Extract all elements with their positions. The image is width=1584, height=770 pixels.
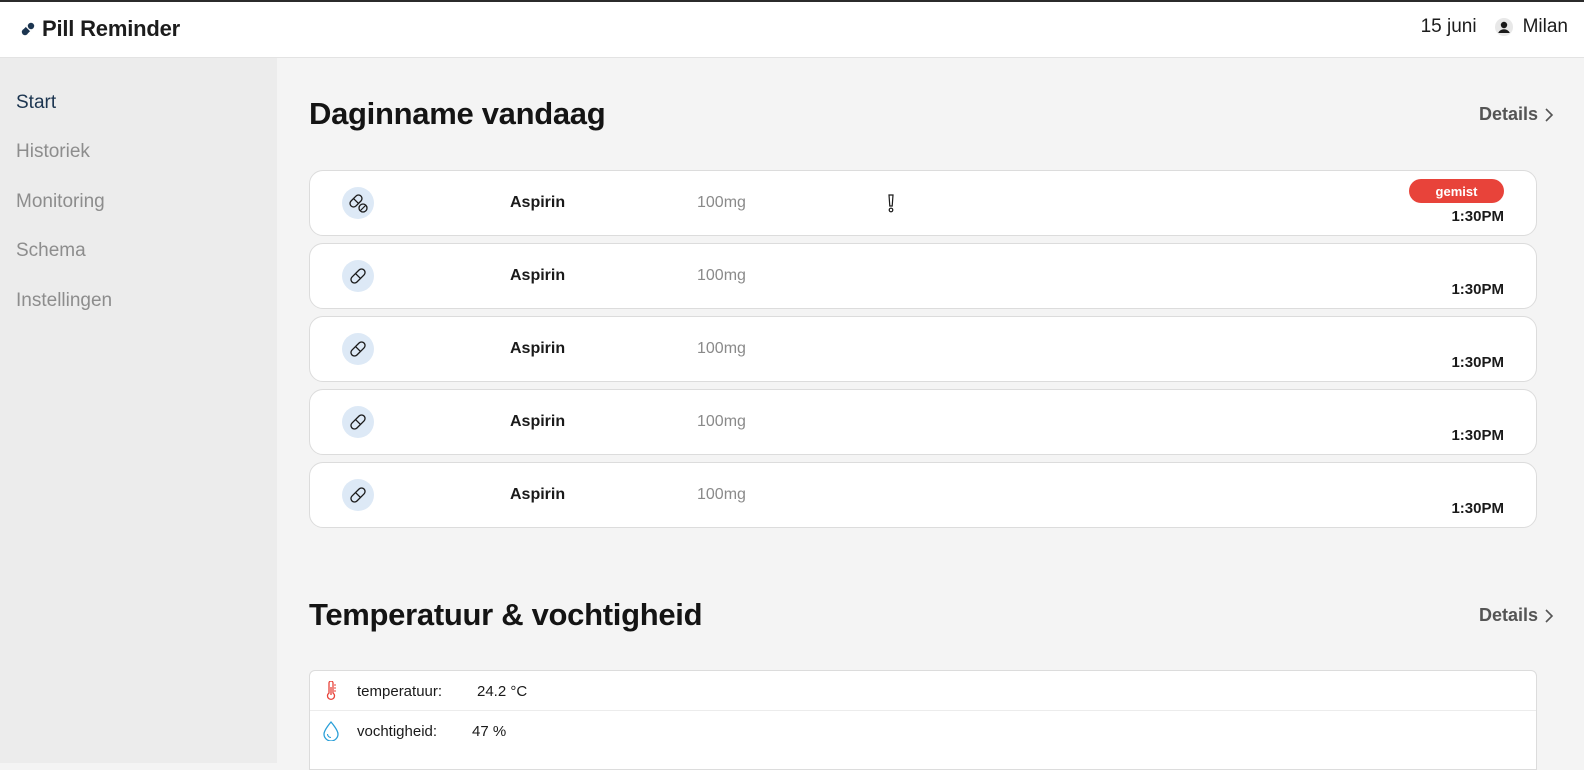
- sidebar-item-schema[interactable]: Schema: [16, 240, 86, 262]
- intake-section-title: Daginname vandaag: [309, 96, 606, 131]
- intake-details-label: Details: [1478, 104, 1538, 124]
- pill-icon: [342, 333, 374, 365]
- exclamation-icon: [888, 194, 894, 213]
- app-logo[interactable]: Pill Reminder: [20, 16, 180, 42]
- chevron-right-icon: [1545, 608, 1554, 623]
- intake-card[interactable]: Aspirin 100mg 1:30PM: [309, 462, 1537, 528]
- medication-name: Aspirin: [510, 340, 566, 357]
- intake-time: 1:30PM: [1451, 281, 1504, 298]
- top-right-group: 15 juni Milan: [1421, 16, 1568, 38]
- pill-partial-icon: [342, 187, 374, 219]
- sidebar-item-historiek[interactable]: Historiek: [16, 141, 90, 163]
- intake-time: 1:30PM: [1451, 208, 1504, 225]
- temperature-value: 24.2 °C: [477, 683, 528, 700]
- medication-dose: 100mg: [697, 340, 746, 357]
- sensors-details-link[interactable]: Details: [1479, 605, 1554, 626]
- sidebar-item-start[interactable]: Start: [16, 92, 56, 114]
- status-badge: gemist: [1409, 179, 1504, 203]
- intake-card[interactable]: Aspirin 100mg 1:30PM: [309, 316, 1537, 382]
- humidity-row: vochtigheid: 47 %: [310, 711, 1536, 751]
- intake-card[interactable]: Aspirin 100mg 1:30PM: [309, 243, 1537, 309]
- user-name[interactable]: Milan: [1523, 16, 1568, 38]
- medication-name: Aspirin: [510, 267, 566, 284]
- intake-card[interactable]: Aspirin 100mg gemist 1:30PM: [309, 170, 1537, 236]
- sensors-details-label: Details: [1478, 605, 1538, 625]
- user-avatar-icon[interactable]: [1494, 18, 1513, 36]
- chevron-right-icon: [1545, 107, 1554, 122]
- pill-icon: [342, 260, 374, 292]
- medication-dose: 100mg: [697, 413, 746, 430]
- sensor-panel: temperatuur: 24.2 °C vochtigheid: 47 %: [309, 670, 1537, 770]
- intake-time: 1:30PM: [1451, 354, 1504, 371]
- intake-time: 1:30PM: [1451, 500, 1504, 517]
- medication-name: Aspirin: [510, 194, 566, 211]
- intake-card[interactable]: Aspirin 100mg 1:30PM: [309, 389, 1537, 455]
- sensors-section-title: Temperatuur & vochtigheid: [309, 597, 703, 632]
- thermometer-icon: [326, 681, 336, 701]
- temperature-row: temperatuur: 24.2 °C: [310, 671, 1536, 711]
- intake-details-link[interactable]: Details: [1479, 104, 1554, 125]
- sidebar-item-instellingen[interactable]: Instellingen: [16, 290, 112, 312]
- main-content: Daginname vandaag Details Aspirin 100mg …: [277, 58, 1584, 770]
- humidity-label: vochtigheid:: [357, 723, 438, 740]
- top-bar: Pill Reminder 15 juni Milan: [0, 0, 1584, 58]
- medication-dose: 100mg: [697, 267, 746, 284]
- intake-time: 1:30PM: [1451, 427, 1504, 444]
- pill-logo-icon: [21, 22, 35, 36]
- current-date: 15 juni: [1420, 16, 1477, 37]
- medication-dose: 100mg: [697, 486, 746, 503]
- water-drop-icon: [323, 721, 339, 741]
- temperature-label: temperatuur:: [357, 683, 443, 700]
- app-name: Pill Reminder: [42, 16, 180, 41]
- sidebar-item-monitoring[interactable]: Monitoring: [16, 191, 105, 213]
- humidity-value: 47 %: [472, 723, 507, 740]
- medication-name: Aspirin: [510, 486, 566, 503]
- medication-dose: 100mg: [697, 194, 746, 211]
- sidebar: Start Historiek Monitoring Schema Instel…: [0, 58, 277, 763]
- pill-icon: [342, 406, 374, 438]
- pill-icon: [342, 479, 374, 511]
- medication-name: Aspirin: [510, 413, 566, 430]
